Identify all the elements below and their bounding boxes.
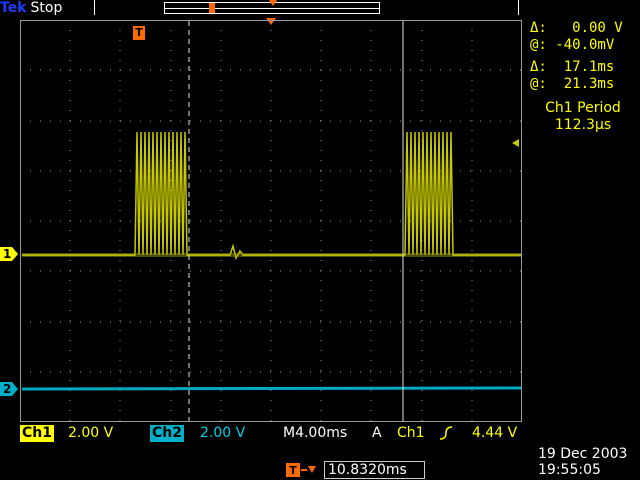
time: 19:55:05	[538, 462, 601, 478]
trigger-level: 4.44 V	[472, 425, 518, 441]
graticule-grid	[20, 20, 522, 422]
timebase: M4.00ms	[283, 425, 348, 441]
trigger-mode: A	[372, 425, 382, 441]
ch1-marker-label: 1	[3, 247, 12, 261]
cursor-v-delta: Δ: 0.00 V	[530, 20, 623, 36]
cursor-t-delta: Δ: 17.1ms	[530, 59, 615, 75]
cursor-t-at: @: 21.3ms	[530, 76, 615, 92]
trigger-source: Ch1	[397, 425, 425, 441]
trigger-level-marker-icon[interactable]	[512, 139, 519, 147]
ch1-scale: 2.00 V	[68, 425, 114, 441]
rising-edge-icon	[439, 426, 453, 440]
ch2-scale: 2.00 V	[200, 425, 246, 441]
svg-text:T: T	[289, 464, 297, 477]
ch2-waveform	[21, 386, 522, 391]
date: 19 Dec 2003	[538, 446, 628, 462]
horizontal-position-icon: T	[286, 463, 316, 477]
ch2-label[interactable]: Ch2	[150, 425, 184, 442]
measurement-label: Ch1 Period	[545, 100, 621, 116]
horizontal-position-value[interactable]: 10.8320ms	[324, 461, 425, 479]
measurement-value: 112.3µs	[554, 117, 612, 133]
cursor-v-at: @: -40.0mV	[530, 37, 615, 53]
ch2-marker-label: 2	[3, 382, 12, 396]
ch1-label[interactable]: Ch1	[20, 425, 54, 442]
